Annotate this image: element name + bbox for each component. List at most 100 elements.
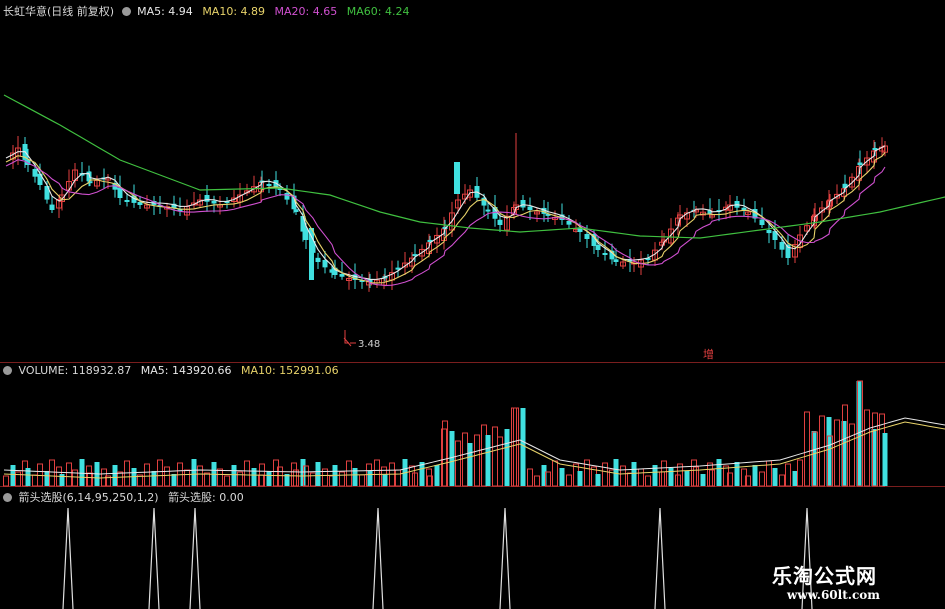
candle-down (49, 204, 55, 210)
watermark-name: 乐淘公式网 (772, 564, 877, 588)
volume-bar (346, 460, 352, 487)
volume-bar (620, 465, 626, 487)
volume-bar (144, 463, 150, 487)
candle-down (766, 230, 772, 234)
candle-down (211, 200, 217, 204)
volume-bar (631, 462, 637, 486)
indicator-spike (189, 507, 201, 609)
volume-bar (117, 471, 123, 487)
volume-bar (467, 443, 473, 486)
volume-bar (32, 474, 38, 487)
volume-bar (638, 468, 644, 487)
candle-down (527, 206, 533, 210)
volume-bar (434, 465, 440, 486)
volume-bar (10, 465, 16, 486)
volume-bar (752, 465, 758, 486)
chart-canvas[interactable] (0, 0, 945, 609)
candle-down (485, 209, 491, 212)
candle-down (584, 234, 590, 239)
volume-bar (374, 459, 380, 487)
volume-bar (700, 474, 706, 486)
candle-down (613, 259, 619, 262)
candle-down (602, 253, 608, 255)
volume-bar (504, 429, 510, 486)
candle-down (759, 219, 765, 225)
indicator-spike (148, 507, 160, 609)
candle-down (124, 200, 130, 202)
volume-bar (785, 463, 791, 487)
volume-bar (559, 468, 565, 486)
volume-bar (462, 432, 468, 487)
volume-bar (395, 469, 401, 487)
volume-bar (849, 423, 855, 487)
volume-bar (157, 459, 163, 487)
candle-down (315, 257, 321, 262)
volume-bar (171, 474, 177, 486)
volume-bar (566, 474, 572, 487)
volume-bar (534, 475, 540, 487)
ma60-line (3, 94, 945, 239)
indicator-spike (499, 507, 511, 609)
volume-bar (315, 462, 321, 486)
candle-down (779, 242, 785, 250)
volume-bar (164, 466, 170, 487)
volume-bar (310, 472, 316, 487)
volume-bar (191, 459, 197, 486)
candle-down (293, 209, 299, 212)
volume-bar (759, 471, 765, 487)
candle-down (284, 193, 290, 200)
volume-bar (520, 408, 526, 486)
volume-bar (668, 468, 674, 486)
volume-bar (231, 465, 237, 486)
volume-bar (645, 475, 651, 487)
candle-down (497, 219, 503, 225)
volume-bar (124, 460, 130, 487)
volume-bar (367, 471, 373, 486)
volume-bar (864, 409, 870, 487)
stock-chart-window: 长虹华意(日线 前复权) MA5: 4.94 MA10: 4.89 MA20: … (0, 0, 945, 609)
indicator-spike (372, 507, 384, 609)
volume-bar (595, 474, 601, 486)
volume-bar (59, 474, 65, 486)
volume-bar (734, 462, 740, 486)
volume-bar (79, 459, 85, 486)
volume-bar (527, 468, 533, 487)
candle-down (32, 169, 38, 177)
indicator-spike (62, 507, 74, 609)
volume-bar (602, 462, 608, 487)
volume-bar (197, 465, 203, 487)
volume-bar (3, 475, 9, 487)
volume-bar (44, 471, 50, 486)
volume-bar (716, 459, 722, 486)
volume-bar (359, 474, 365, 487)
volume-bar (224, 475, 230, 487)
volume-bar (339, 471, 345, 487)
volume-bar (382, 474, 388, 486)
volume-bar (455, 440, 461, 487)
volume-bar (882, 433, 888, 486)
volume-bar (552, 460, 558, 487)
volume-bar (217, 468, 223, 487)
volume-bar (266, 471, 272, 486)
volume-bar (834, 419, 840, 487)
candle-down (37, 173, 43, 185)
volume-bar (184, 469, 190, 487)
volume-bar (684, 471, 690, 486)
volume-bar (237, 471, 243, 487)
volume-bar (204, 472, 210, 487)
volume-bar (244, 460, 250, 487)
volume-bar (779, 474, 785, 487)
candle-down (454, 162, 460, 194)
volume-bar (151, 471, 157, 486)
volume-bar (485, 435, 491, 486)
volume-bar (797, 459, 803, 487)
low-arrow-icon (343, 330, 356, 347)
candle-down (266, 184, 272, 186)
volume-bar (449, 431, 455, 486)
volume-bar (577, 471, 583, 486)
volume-bar (613, 459, 619, 486)
volume-bar (112, 465, 118, 486)
volume-bar (492, 426, 498, 487)
candle-down (339, 274, 345, 277)
volume-bar (792, 471, 798, 486)
